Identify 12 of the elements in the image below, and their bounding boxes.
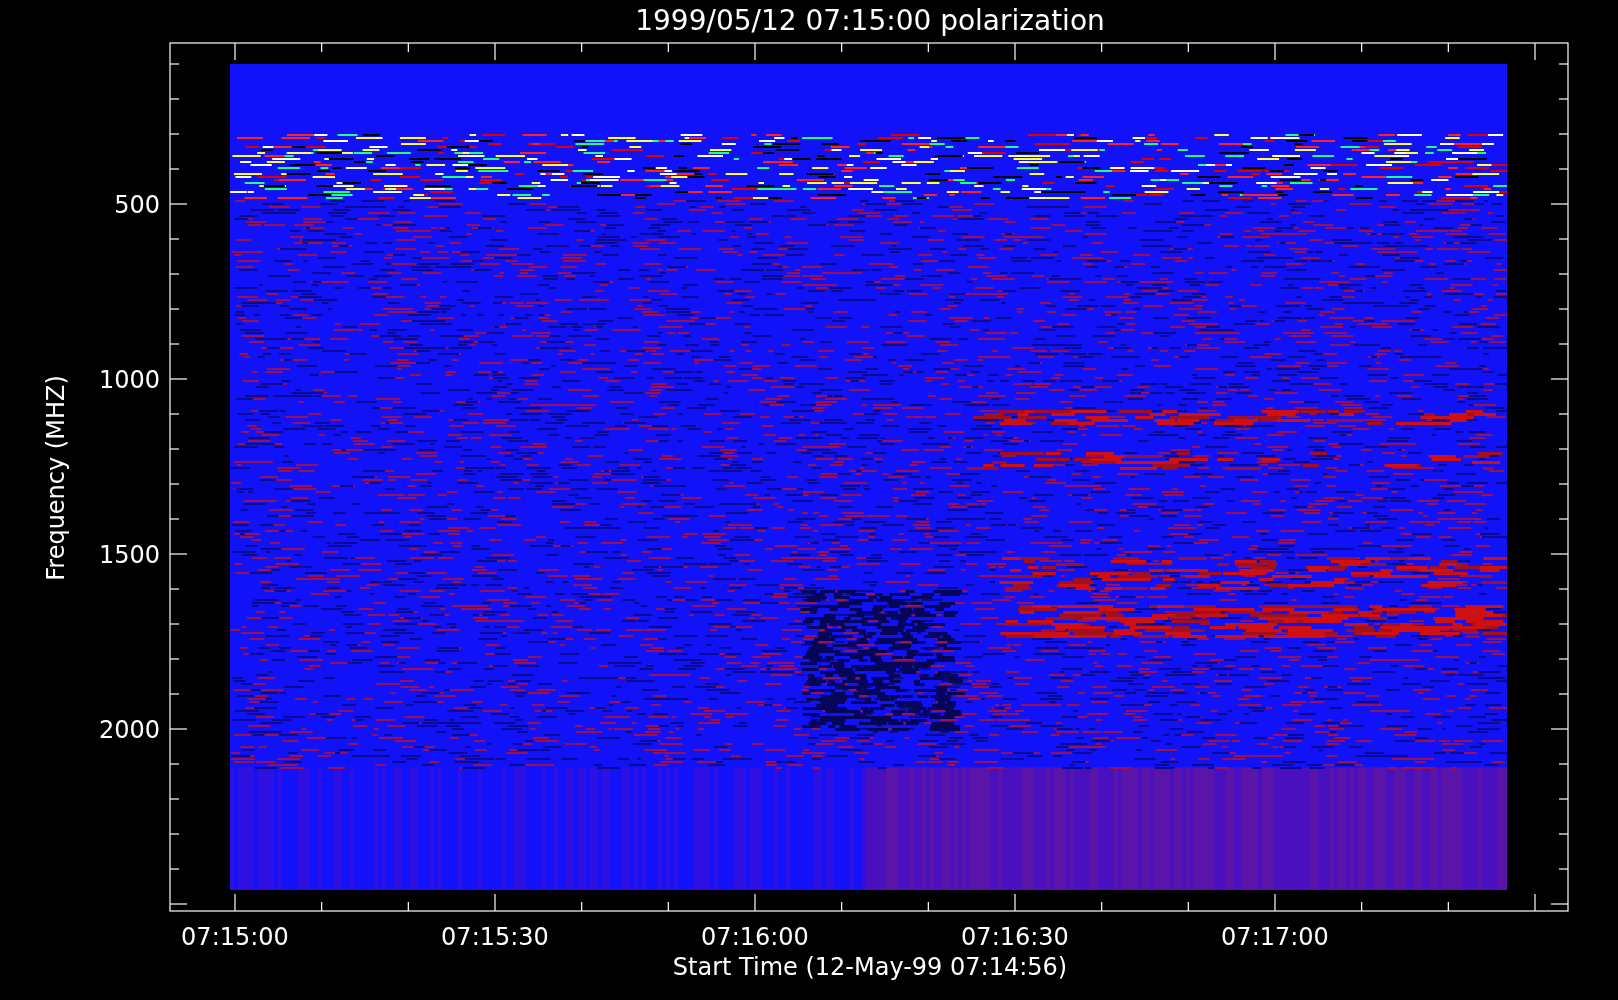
tick-label: 07:15:00 [181,923,289,951]
tick-label: 500 [114,191,160,219]
tick-label: 1500 [98,541,160,569]
chart-title: 1999/05/12 07:15:00 polarization [635,4,1105,37]
tick-label: 1000 [98,366,160,394]
tick-label: 07:15:30 [441,923,549,951]
axis-label: Start Time (12-May-99 07:14:56) [672,953,1068,981]
tick-label: 2000 [98,716,160,744]
tick-label: 07:16:30 [961,923,1069,951]
axis-label: Frequency (MHZ) [42,375,70,581]
tick-label: 07:16:00 [701,923,809,951]
tick-label: 07:17:00 [1221,923,1329,951]
